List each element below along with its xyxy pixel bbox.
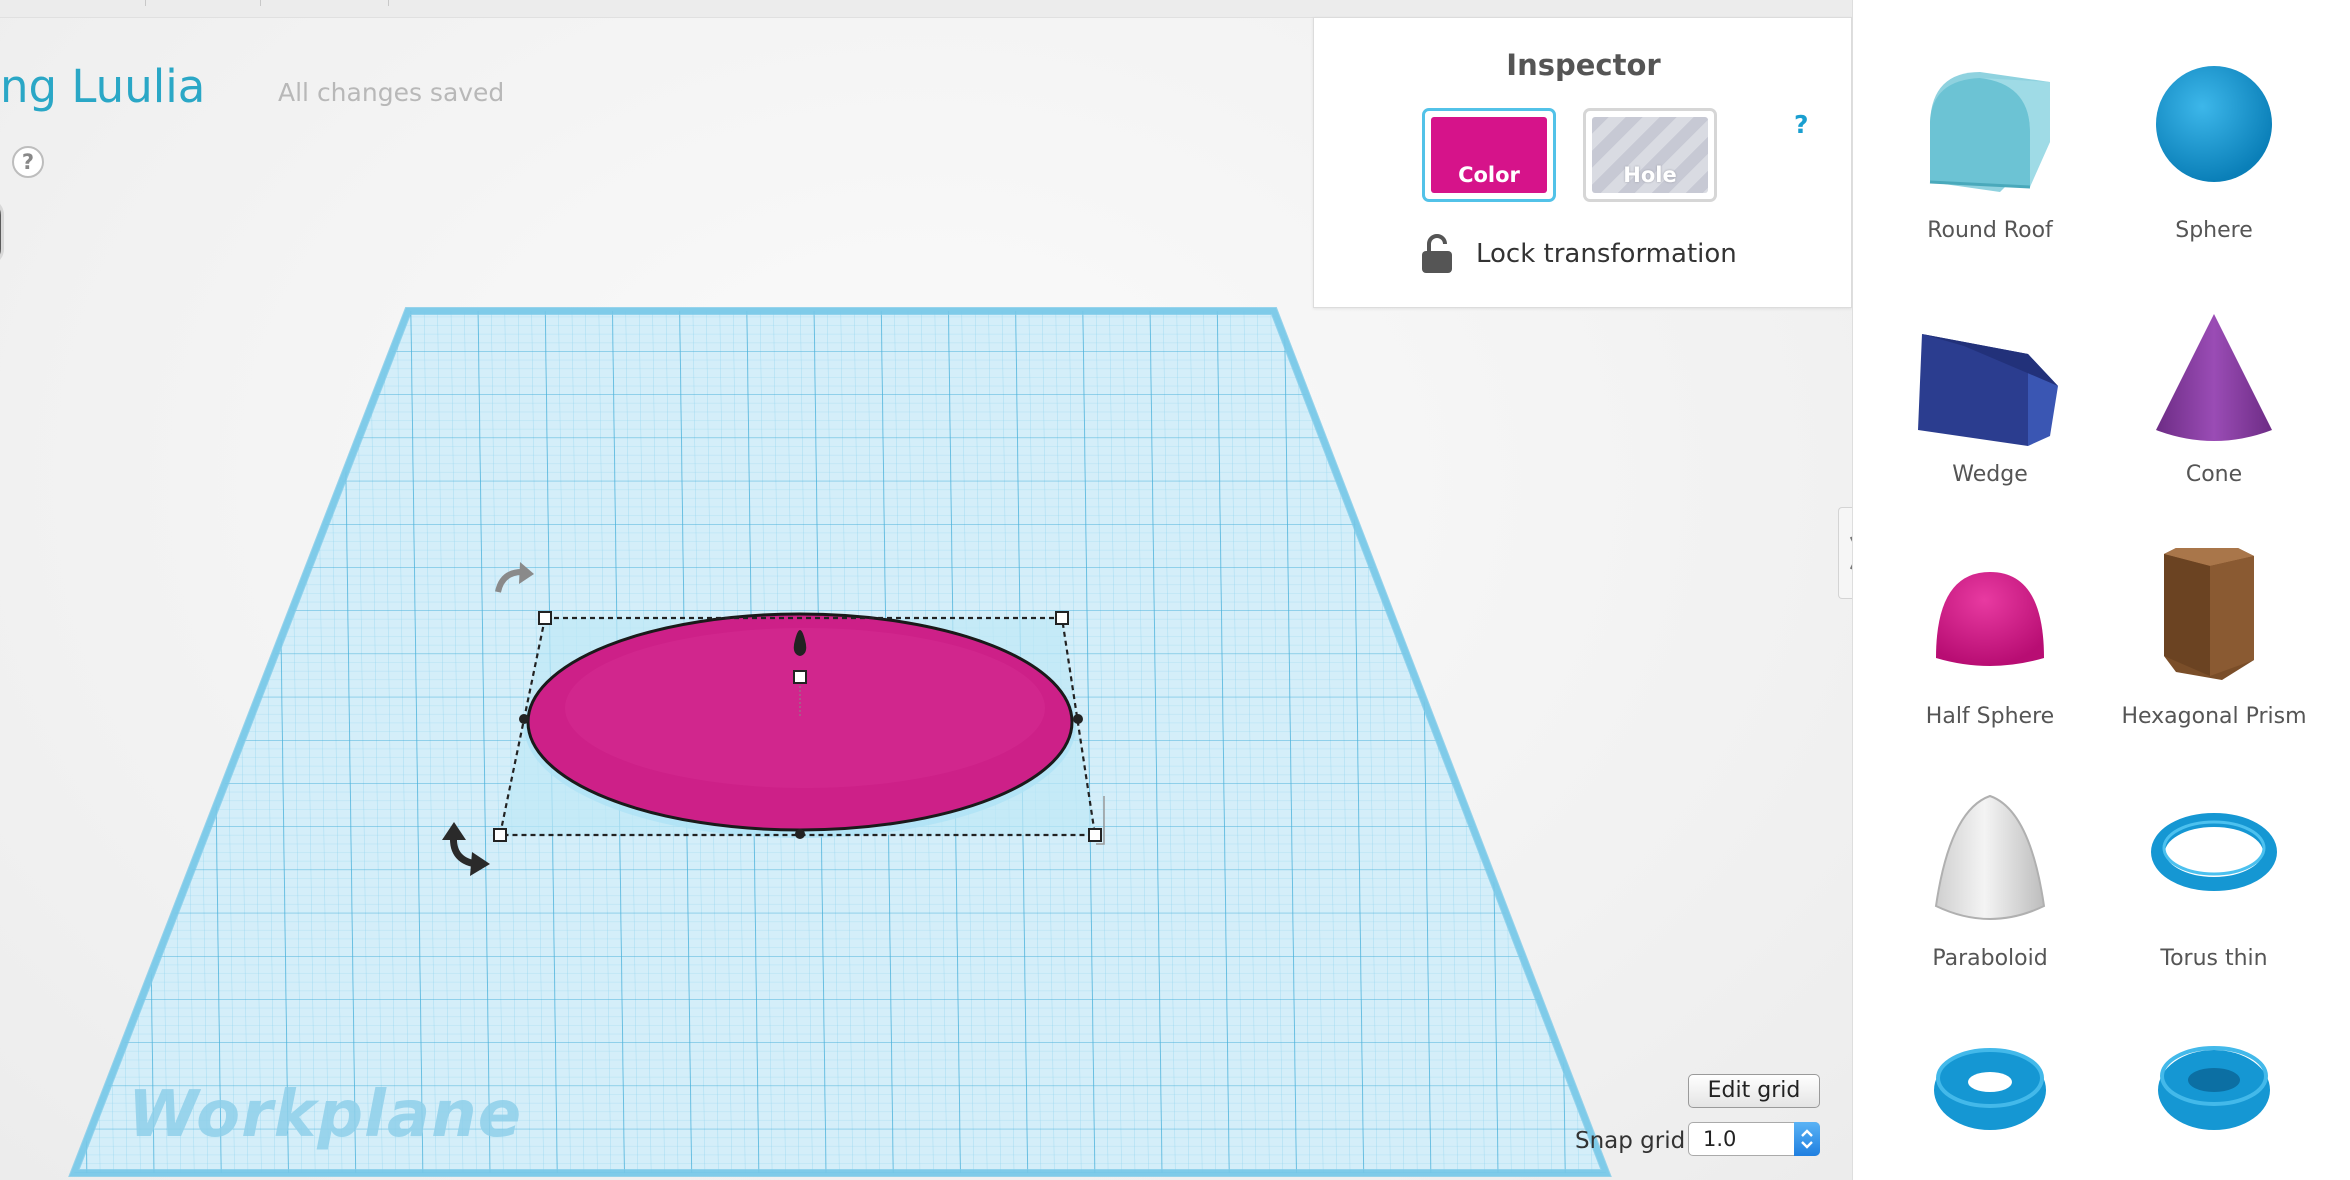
side-handle[interactable] xyxy=(519,714,529,724)
shape-label: Round Roof xyxy=(1927,218,2053,243)
color-button-label: Color xyxy=(1431,117,1547,193)
shape-paraboloid[interactable]: Paraboloid xyxy=(1878,790,2102,971)
hole-button[interactable]: Hole xyxy=(1583,108,1717,202)
shape-label: Cone xyxy=(2185,462,2243,487)
shape-hexagonal-prism[interactable]: Hexagonal Prism xyxy=(2102,548,2326,729)
snap-grid-select[interactable]: 1.0 xyxy=(1688,1122,1820,1156)
resize-handle[interactable] xyxy=(538,611,552,625)
toolbar-separator xyxy=(388,0,389,6)
shape-round-roof[interactable]: Round Roof xyxy=(1878,62,2102,243)
inspector-help-icon[interactable]: ? xyxy=(1794,110,1809,139)
inspector-title: Inspector xyxy=(1506,48,1661,82)
shape-label: Half Sphere xyxy=(1925,704,2055,729)
wedge-icon xyxy=(1918,334,2058,446)
lock-transformation-toggle[interactable]: Lock transformation xyxy=(1420,234,1737,274)
snap-grid-value: 1.0 xyxy=(1703,1127,1737,1151)
toolbar-separator xyxy=(260,0,261,6)
tube-icon xyxy=(2158,1046,2270,1130)
color-button[interactable]: Color xyxy=(1422,108,1556,202)
shape-label: Hexagonal Prism xyxy=(2121,704,2307,729)
sphere-icon xyxy=(2156,66,2272,182)
shape-label: Sphere xyxy=(2175,218,2253,243)
shape-sphere[interactable]: Sphere xyxy=(2102,62,2326,243)
shape-torus-thin[interactable]: Torus thin xyxy=(2102,790,2326,971)
shape-label: Paraboloid xyxy=(1932,946,2048,971)
torus-icon xyxy=(1934,1048,2046,1130)
cone-icon xyxy=(2156,314,2272,441)
shape-cone[interactable]: Cone xyxy=(2102,306,2326,487)
round-roof-icon xyxy=(1929,72,2050,192)
half-sphere-icon xyxy=(1936,572,2044,666)
hole-button-label: Hole xyxy=(1592,117,1708,193)
top-toolbar-strip xyxy=(0,0,1852,18)
snap-grid-label: Snap grid xyxy=(1575,1128,1686,1154)
shape-label: Torus thin xyxy=(2160,946,2268,971)
side-handle[interactable] xyxy=(1073,714,1083,724)
unlocked-padlock-icon[interactable] xyxy=(1420,234,1454,274)
shape-label: Wedge xyxy=(1952,462,2028,487)
edit-grid-button[interactable]: Edit grid xyxy=(1688,1074,1820,1108)
hexagonal-prism-icon xyxy=(2164,548,2254,680)
resize-handle[interactable] xyxy=(1055,611,1069,625)
shape-tube[interactable] xyxy=(2102,1030,2326,1180)
side-handle[interactable] xyxy=(795,829,805,839)
height-handle[interactable] xyxy=(793,670,807,684)
shape-half-sphere[interactable]: Half Sphere xyxy=(1878,548,2102,729)
torus-thin-icon xyxy=(2151,813,2277,891)
resize-handle[interactable] xyxy=(493,828,507,842)
shapes-panel: Round Roof Sphere Wedge Cone Half Sphere xyxy=(1852,0,2350,1180)
shape-torus[interactable] xyxy=(1878,1030,2102,1180)
workplane-label: Workplane xyxy=(128,1078,523,1152)
shape-wedge[interactable]: Wedge xyxy=(1878,306,2102,487)
stepper-arrows-icon[interactable] xyxy=(1794,1122,1820,1156)
resize-handle[interactable] xyxy=(1088,828,1102,842)
lock-transformation-label: Lock transformation xyxy=(1476,239,1737,269)
inspector-panel: Inspector Color Hole ? Lock transformati… xyxy=(1313,17,1852,308)
paraboloid-icon xyxy=(1934,794,2046,920)
toolbar-separator xyxy=(145,0,146,6)
